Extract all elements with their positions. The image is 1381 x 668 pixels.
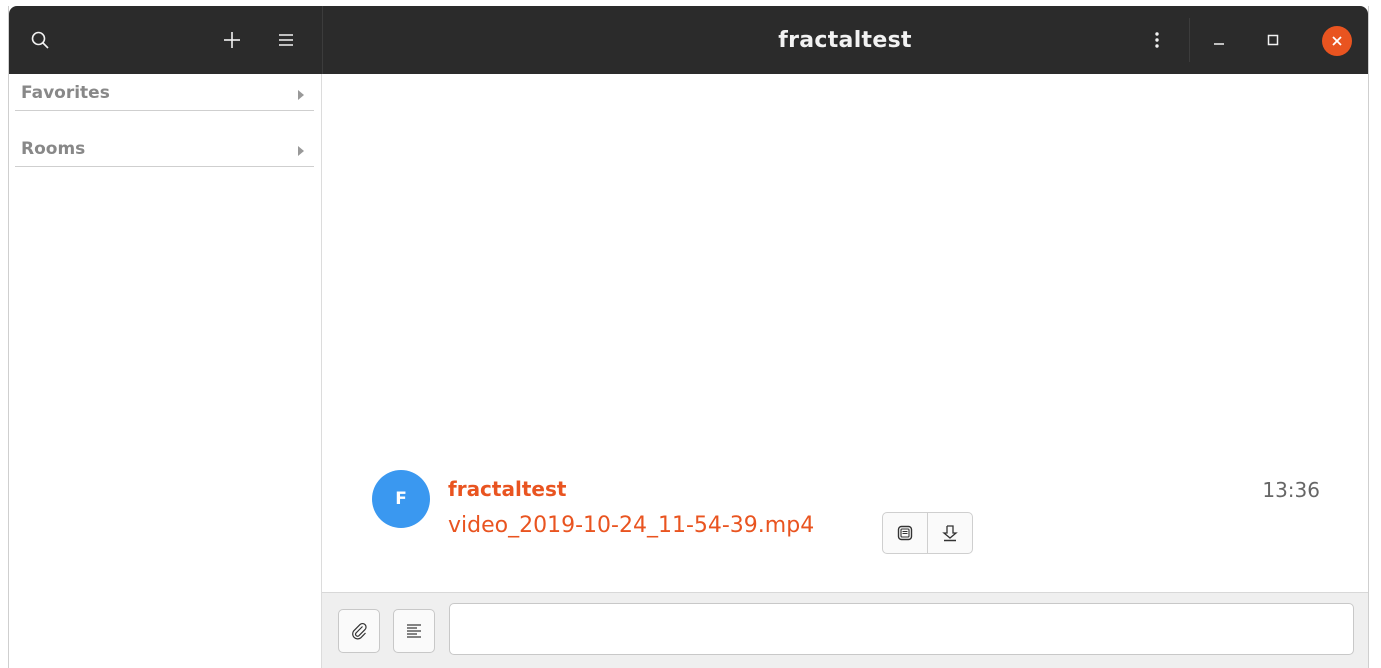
sidebar: Favorites Rooms [9,74,322,668]
expand-arrow-icon [298,146,304,156]
message-input[interactable] [449,603,1354,655]
section-label: Rooms [21,139,86,159]
text-align-icon [407,624,421,638]
room-view: F fractaltest 13:36 video_2019-10-24_11-… [322,74,1368,668]
maximize-button[interactable] [1256,23,1290,57]
search-icon [31,31,49,49]
message-row: F fractaltest 13:36 video_2019-10-24_11-… [372,470,1368,560]
minimize-button[interactable] [1202,23,1236,57]
minimize-icon [1214,43,1224,45]
add-room-button[interactable] [215,23,249,57]
close-icon [1332,36,1342,46]
headerbar-separator [1189,18,1190,62]
headerbar: fractaltest [9,6,1368,74]
room-menu-button[interactable] [1140,23,1174,57]
message-sender[interactable]: fractaltest [448,477,566,501]
download-icon [942,525,958,542]
message-composer [322,592,1368,668]
sidebar-header [9,6,323,74]
download-button[interactable] [927,513,972,553]
document-icon [897,525,913,541]
expand-arrow-icon [298,90,304,100]
open-file-button[interactable] [883,513,927,553]
attachment-filename[interactable]: video_2019-10-24_11-54-39.mp4 [448,513,814,538]
hamburger-icon [279,34,293,46]
plus-icon [224,32,240,48]
markdown-button[interactable] [393,609,435,653]
attachment-actions [882,512,973,554]
maximize-icon [1267,34,1279,46]
paperclip-icon [352,622,367,640]
search-button[interactable] [23,23,57,57]
sidebar-section-rooms[interactable]: Rooms [15,132,314,167]
close-button[interactable] [1322,26,1352,56]
section-label: Favorites [21,83,110,103]
main-menu-button[interactable] [269,23,303,57]
sidebar-section-favorites[interactable]: Favorites [15,76,314,111]
vertical-dots-icon [1155,32,1159,48]
app-window: fractaltest Favorites Rooms F fractaltes… [8,6,1369,668]
message-time: 13:36 [1262,478,1320,502]
attach-button[interactable] [338,609,380,653]
avatar[interactable]: F [372,470,430,528]
